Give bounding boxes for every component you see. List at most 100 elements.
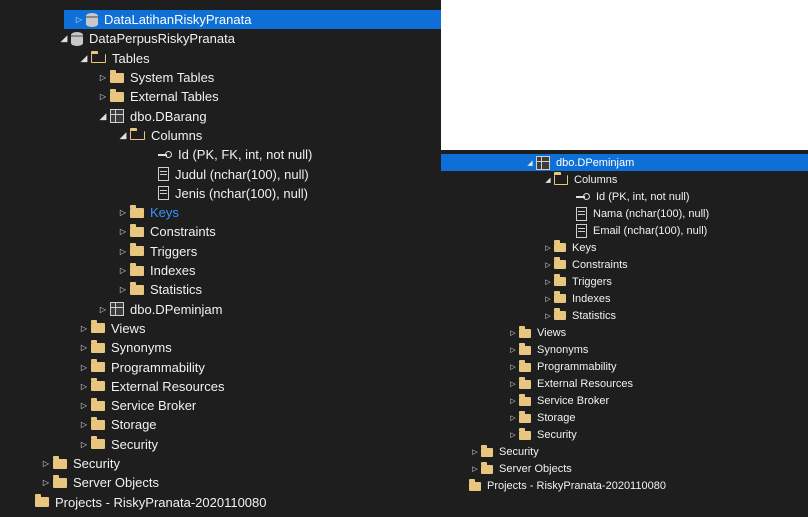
expand-arrow-icon[interactable]: ▷	[507, 329, 519, 337]
tree-node[interactable]: ◢ dbo.DBarang	[0, 107, 441, 126]
collapse-arrow-icon[interactable]: ◢	[77, 53, 91, 64]
tree-node[interactable]: ▷ Keys	[441, 239, 808, 256]
tree-node[interactable]: ▷ External Resources	[0, 377, 441, 396]
expand-arrow-icon[interactable]: ▷	[96, 73, 110, 82]
database-icon	[71, 31, 83, 46]
expand-arrow-icon[interactable]: ▷	[542, 244, 554, 252]
expand-arrow-icon[interactable]: ▷	[542, 295, 554, 303]
expand-arrow-icon[interactable]: ▷	[77, 382, 91, 391]
tree-node[interactable]: ▷ Security	[441, 427, 808, 444]
folder-icon	[130, 243, 144, 257]
collapse-arrow-icon[interactable]: ◢	[542, 176, 554, 184]
expand-arrow-icon[interactable]: ▷	[116, 227, 130, 236]
tree-node[interactable]: ▷ Service Broker	[0, 396, 441, 415]
expand-arrow-icon[interactable]: ▷	[116, 247, 130, 256]
tree-node[interactable]: ▷ Indexes	[0, 261, 441, 280]
tree-node[interactable]: ▷ Triggers	[441, 273, 808, 290]
expand-arrow-icon[interactable]: ▷	[507, 363, 519, 371]
tree-node[interactable]: ▷ System Tables	[0, 68, 441, 87]
tree-node[interactable]: ▷ Views	[441, 325, 808, 342]
tree-node[interactable]: ▷ Statistics	[0, 280, 441, 299]
tree-node[interactable]: ◢ DataPerpusRiskyPranata	[0, 29, 441, 48]
tree-node[interactable]: ▷ Synonyms	[441, 342, 808, 359]
tree-node[interactable]: ◢ dbo.DPeminjam	[441, 154, 808, 171]
folder-icon	[519, 410, 531, 423]
tree-node[interactable]: ▷ Security	[0, 435, 441, 454]
tree-node-label: Id (PK, FK, int, not null)	[178, 147, 313, 163]
expand-arrow-icon[interactable]: ▷	[96, 92, 110, 101]
collapse-arrow-icon[interactable]: ◢	[57, 33, 71, 44]
folder-icon	[554, 240, 566, 253]
expand-arrow-icon[interactable]: ▷	[469, 465, 481, 473]
tree-node[interactable]: Projects - RiskyPranata-2020110080	[0, 493, 441, 512]
table-icon	[110, 109, 124, 124]
expand-arrow-icon[interactable]: ▷	[507, 346, 519, 354]
tree-node[interactable]: Nama (nchar(100), null)	[441, 205, 808, 222]
tree-node[interactable]: ▷ Views	[0, 319, 441, 338]
tree-node[interactable]: Judul (nchar(100), null)	[0, 164, 441, 183]
collapse-arrow-icon[interactable]: ◢	[116, 130, 130, 141]
expand-arrow-icon[interactable]: ▷	[77, 440, 91, 449]
tree-node[interactable]: ◢ Tables	[0, 49, 441, 68]
tree-node[interactable]: ▷ External Resources	[441, 376, 808, 393]
folder-icon	[91, 397, 105, 411]
tree-node[interactable]: ▷ Constraints	[0, 222, 441, 241]
tree-node[interactable]: ▷ Security	[441, 444, 808, 461]
expand-arrow-icon[interactable]: ▷	[39, 459, 53, 468]
folder-icon	[554, 291, 566, 304]
tree-node[interactable]: ▷ Constraints	[441, 256, 808, 273]
expand-arrow-icon[interactable]: ▷	[39, 478, 53, 487]
expand-arrow-icon[interactable]: ▷	[507, 397, 519, 405]
tree-node[interactable]: ◢ Columns	[0, 126, 441, 145]
expand-arrow-icon[interactable]: ▷	[77, 363, 91, 372]
tree-node[interactable]: Email (nchar(100), null)	[441, 222, 808, 239]
expand-arrow-icon[interactable]: ▷	[96, 305, 110, 314]
tree-node[interactable]: ▷ Keys	[0, 203, 441, 222]
expand-arrow-icon[interactable]: ▷	[542, 312, 554, 320]
expand-arrow-icon[interactable]: ▷	[507, 414, 519, 422]
expand-arrow-icon[interactable]: ▷	[507, 431, 519, 439]
expand-arrow-icon[interactable]: ▷	[469, 448, 481, 456]
expand-arrow-icon[interactable]: ▷	[507, 380, 519, 388]
tree-node[interactable]: ▷ Programmability	[441, 359, 808, 376]
collapse-arrow-icon[interactable]: ◢	[524, 159, 536, 167]
expand-arrow-icon[interactable]: ▷	[116, 285, 130, 294]
tree-node-label: System Tables	[130, 70, 215, 86]
folder-icon	[110, 69, 124, 83]
tree-node[interactable]: Id (PK, FK, int, not null)	[0, 145, 441, 164]
expand-arrow-icon[interactable]: ▷	[116, 266, 130, 275]
tree-node[interactable]: ▷ Server Objects	[0, 473, 441, 492]
expand-arrow-icon[interactable]: ▷	[77, 420, 91, 429]
tree-node[interactable]: ▷ dbo.DPeminjam	[0, 300, 441, 319]
tree-node[interactable]: ▷ DataLatihanRiskyPranata	[64, 10, 441, 30]
tree-node-label: Security	[537, 429, 577, 442]
collapse-arrow-icon[interactable]: ◢	[96, 111, 110, 122]
tree-node[interactable]: ▷ Security	[0, 454, 441, 473]
expand-arrow-icon[interactable]: ▷	[542, 278, 554, 286]
expand-arrow-icon[interactable]: ▷	[542, 261, 554, 269]
tree-node[interactable]: ▷ Storage	[441, 410, 808, 427]
expand-arrow-icon[interactable]: ▷	[77, 401, 91, 410]
tree-node-label: Server Objects	[499, 463, 572, 476]
expand-arrow-icon[interactable]: ▷	[77, 324, 91, 333]
tree-node[interactable]: Projects - RiskyPranata-2020110080	[441, 478, 808, 495]
tree-node[interactable]: ▷ Programmability	[0, 357, 441, 376]
tree-node[interactable]: ▷ Triggers	[0, 242, 441, 261]
tree-node[interactable]: ▷ Server Objects	[441, 461, 808, 478]
tree-node[interactable]: ▷ Service Broker	[441, 393, 808, 410]
tree-node[interactable]: Jenis (nchar(100), null)	[0, 184, 441, 203]
tree-node[interactable]: ▷ Indexes	[441, 290, 808, 307]
expand-arrow-icon[interactable]: ▷	[116, 208, 130, 217]
tree-node[interactable]: ◢ Columns	[441, 171, 808, 188]
folder-icon	[481, 444, 493, 457]
expand-arrow-icon[interactable]: ▷	[72, 15, 86, 24]
tree-node[interactable]: ▷ Storage	[0, 415, 441, 434]
tree-node-label: Keys	[150, 205, 179, 221]
tree-node[interactable]: Id (PK, int, not null)	[441, 188, 808, 205]
expand-arrow-icon[interactable]: ▷	[77, 343, 91, 352]
tree-node-label: Views	[537, 327, 567, 339]
tree-node[interactable]: ▷ Synonyms	[0, 338, 441, 357]
tree-node[interactable]: ▷ Statistics	[441, 307, 808, 324]
tree-node[interactable]: ▷ External Tables	[0, 87, 441, 106]
tree-node-label: Jenis (nchar(100), null)	[175, 185, 308, 201]
